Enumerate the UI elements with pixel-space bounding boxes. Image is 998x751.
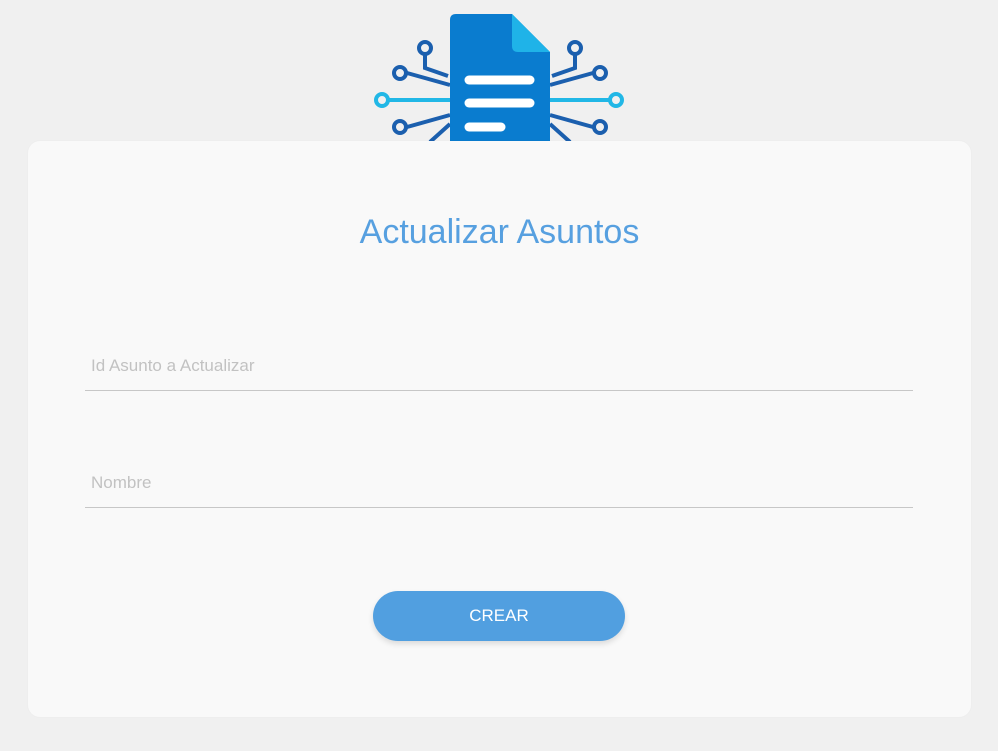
nombre-input[interactable] <box>85 458 913 508</box>
circuit-node <box>592 65 608 81</box>
circuit-node <box>392 119 408 135</box>
circuit-node <box>592 119 608 135</box>
circuit-line <box>548 122 572 142</box>
circuit-line <box>428 122 452 142</box>
crear-button[interactable]: CREAR <box>373 591 625 641</box>
circuit-line <box>406 113 451 129</box>
circuit-node <box>417 40 433 56</box>
page-title: Actualizar Asuntos <box>359 213 640 251</box>
circuit-node <box>608 92 624 108</box>
circuit-line <box>551 55 577 78</box>
circuit-line <box>423 55 449 78</box>
circuit-node <box>567 40 583 56</box>
form-card: Actualizar Asuntos CREAR <box>28 141 971 717</box>
id-asunto-input[interactable] <box>85 341 913 391</box>
document-circuit-icon <box>374 14 624 142</box>
circuit-node <box>392 65 408 81</box>
document-fold <box>512 14 550 52</box>
circuit-line <box>549 113 594 129</box>
circuit-node <box>374 92 390 108</box>
